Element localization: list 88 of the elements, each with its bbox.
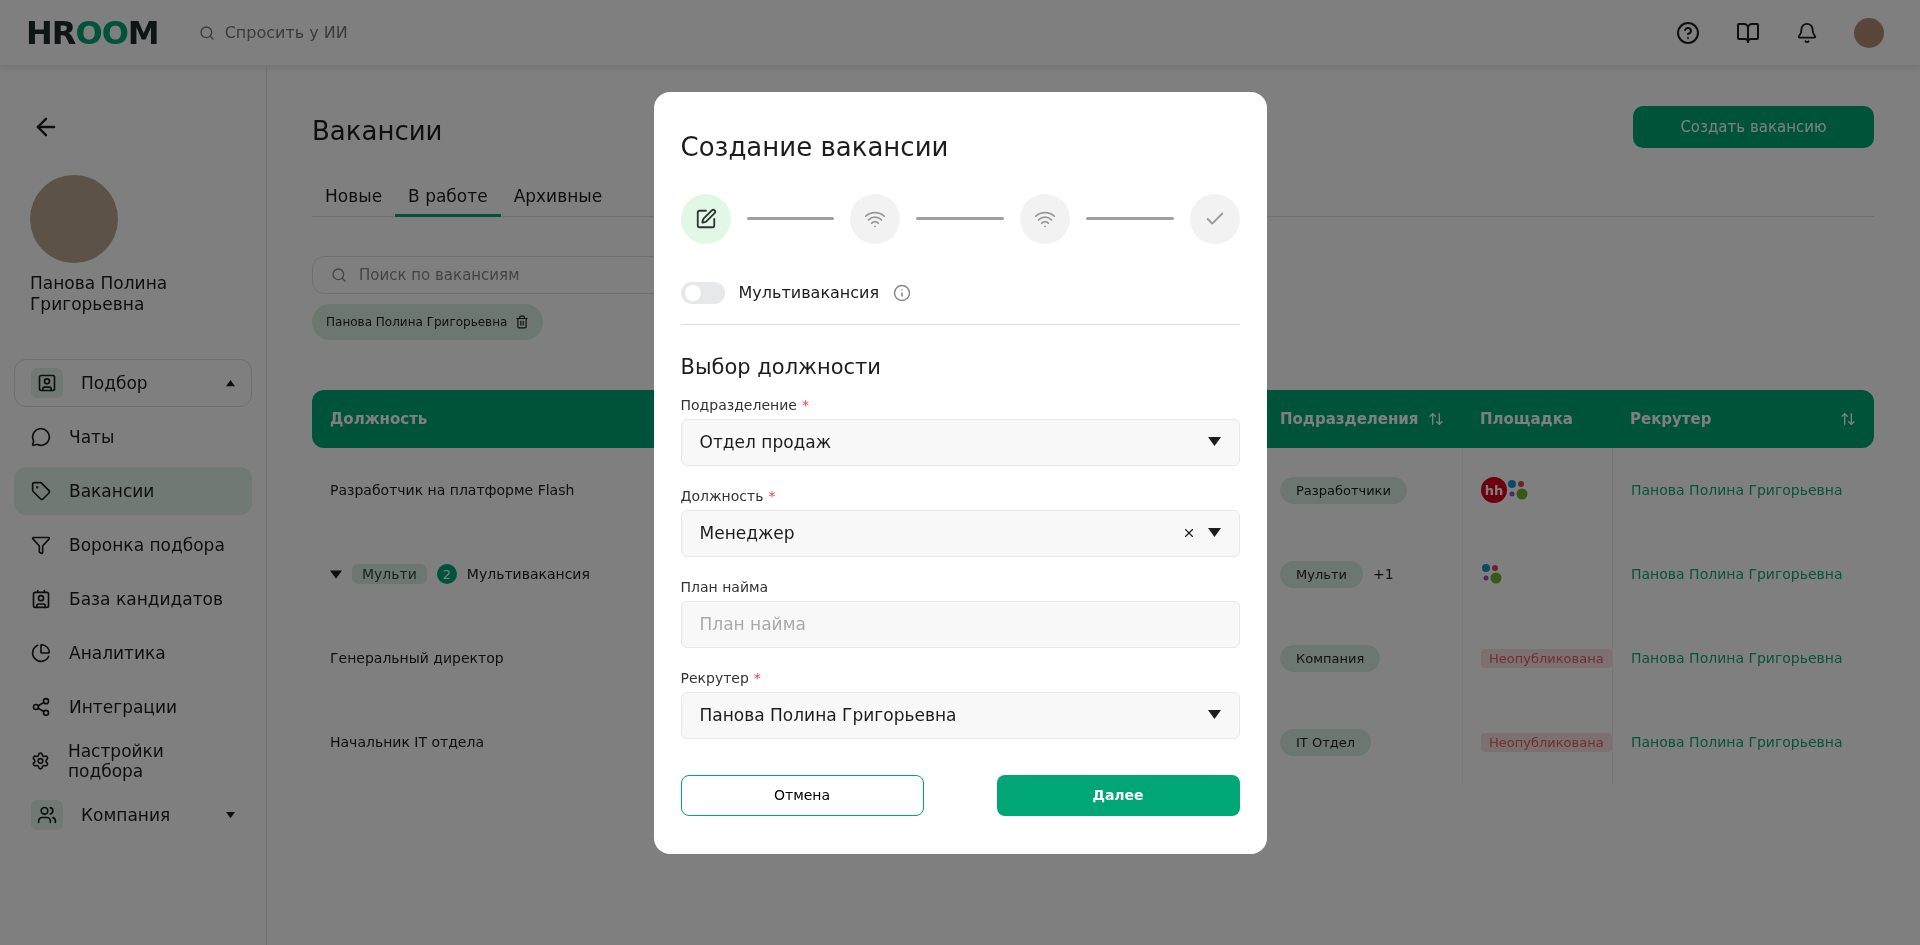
input-field[interactable]: План найма: [680, 600, 1240, 648]
sidebar-label: Вакансии: [69, 481, 155, 501]
pencil-square-icon: [694, 207, 717, 230]
search-icon: [331, 267, 347, 283]
sidebar-label: Настройки подбора: [67, 741, 165, 781]
field-label: План найма: [680, 578, 769, 595]
tab[interactable]: Новые: [312, 180, 396, 217]
select-field[interactable]: Менеджер: [680, 509, 1240, 557]
status-badge: Неопубликована: [1481, 648, 1612, 668]
filter-chip[interactable]: Панова Полина Григорьевна: [312, 304, 544, 340]
logo: HROOM: [26, 13, 159, 52]
sidebar-label: Аналитика: [69, 643, 166, 663]
sidebar-label: Подбор: [81, 373, 148, 393]
select-value: Менеджер: [699, 523, 795, 543]
column-label: Подразделения: [1280, 410, 1419, 428]
sidebar-item[interactable]: Аналитика: [14, 629, 252, 677]
column-label: Должность: [330, 410, 428, 428]
column-label: Площадка: [1480, 410, 1573, 428]
caret-icon[interactable]: [1207, 528, 1221, 538]
sidebar-item[interactable]: Чаты: [14, 413, 252, 461]
trash-icon[interactable]: [515, 315, 530, 329]
funnel-icon: [31, 535, 51, 555]
field-label: Рекрутер: [680, 669, 749, 686]
sidebar-item[interactable]: Вакансии: [14, 467, 252, 515]
hh-logo: hh: [1481, 477, 1507, 503]
contact-card-icon: [31, 589, 51, 609]
sidebar-item[interactable]: Интеграции: [14, 683, 252, 731]
select-field[interactable]: Панова Полина Григорьевна: [680, 691, 1240, 739]
sidebar-label: Интеграции: [69, 697, 177, 717]
book-icon[interactable]: [1736, 20, 1760, 45]
section-title: Выбор должности: [680, 354, 882, 379]
sidebar-item[interactable]: Воронка подбора: [14, 521, 252, 569]
select-value: Отдел продаж: [699, 432, 832, 452]
sidebar-label: Чаты: [69, 427, 115, 447]
select-value: Панова Полина Григорьевна: [699, 705, 957, 725]
department-tag: Разработчики: [1280, 476, 1407, 504]
sidebar-item[interactable]: Настройки подбора: [14, 737, 252, 785]
pie-chart-icon: [31, 643, 51, 663]
tag-icon: [31, 481, 51, 501]
search-icon: [198, 24, 215, 41]
sidebar-label: Компания: [81, 805, 171, 825]
page-title: Вакансии: [312, 116, 443, 146]
dots-logo-icon: [1481, 563, 1503, 585]
sidebar-label: Воронка подбора: [69, 535, 225, 555]
chat-icon: [31, 427, 51, 447]
info-icon[interactable]: [893, 283, 912, 302]
share-icon: [31, 697, 51, 717]
people-icon: [37, 805, 57, 825]
search-placeholder: Поиск по вакансиям: [359, 266, 520, 284]
user-icon: [37, 373, 57, 393]
sidebar-item[interactable]: База кандидатов: [14, 575, 252, 623]
vacancy-title: Генеральный директор: [330, 650, 504, 666]
tab[interactable]: В работе: [395, 180, 501, 217]
settings-icon: [31, 751, 50, 771]
department-tag: IT Отдел: [1280, 728, 1371, 756]
sidebar-group[interactable]: Компания: [14, 791, 252, 839]
caret-icon[interactable]: [1207, 710, 1221, 720]
vacancy-title: Мультивакансия: [466, 566, 590, 582]
status-badge: Неопубликована: [1481, 732, 1612, 752]
toggle-switch[interactable]: [680, 281, 725, 304]
chip-label: Панова Полина Григорьевна: [326, 315, 508, 329]
column-label: Рекрутер: [1630, 410, 1712, 428]
count-badge: 2: [436, 564, 457, 584]
user-name: Панова Полина Григорьевна: [30, 273, 169, 315]
next-button[interactable]: Далее: [996, 774, 1240, 816]
required-mark: *: [753, 669, 761, 686]
field-label: Подразделение: [680, 396, 797, 413]
more-count: +1: [1372, 566, 1394, 582]
help-icon[interactable]: [1676, 20, 1700, 45]
vacancy-title: Начальник IT отдела: [330, 734, 484, 750]
required-mark: *: [801, 396, 809, 413]
toggle-label: Мультивакансия: [738, 283, 880, 302]
dots-logo-icon: [1507, 479, 1529, 501]
caret-icon[interactable]: [1207, 437, 1221, 447]
multi-tag: Мульти: [352, 564, 427, 584]
vacancy-title: Разработчик на платформе Flash: [330, 482, 575, 498]
bell-icon[interactable]: [1796, 21, 1818, 44]
department-tag: Компания: [1280, 644, 1381, 672]
cancel-button[interactable]: Отмена: [680, 774, 924, 816]
sidebar-label: База кандидатов: [69, 589, 224, 609]
sidebar-group[interactable]: Подбор: [14, 359, 252, 407]
tab[interactable]: Архивные: [500, 180, 616, 217]
select-field[interactable]: Отдел продаж: [680, 418, 1240, 466]
ask-ai-field[interactable]: Спросить у ИИ: [224, 23, 348, 42]
dialog-title: Создание вакансии: [680, 131, 950, 162]
required-mark: *: [768, 487, 776, 504]
field-label: Должность: [680, 487, 764, 504]
department-tag: Мульти: [1280, 560, 1363, 588]
